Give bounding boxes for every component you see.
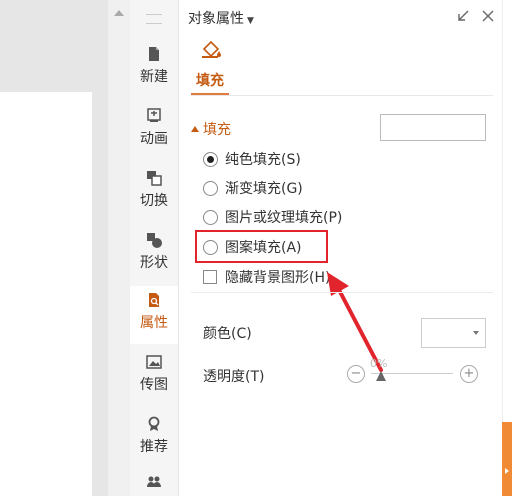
transition-icon — [147, 171, 162, 186]
properties-panel: 对象属性 ▼ 填充 填充 纯色填充(S) 渐变填充(G) 图片或纹理填充(P) 图… — [179, 0, 502, 496]
sidebar-item-label: 新建 — [140, 69, 168, 85]
sidebar-item-properties[interactable]: 属性 — [130, 286, 178, 344]
divider — [191, 95, 493, 96]
panel-title: 对象属性 — [188, 11, 244, 27]
radio-button-selected[interactable] — [203, 152, 218, 167]
sidebar-item-label: 形状 — [140, 255, 168, 271]
sidebar-item-recommend[interactable]: 推荐 — [130, 410, 178, 466]
sidebar-item-transition[interactable]: 切换 — [130, 164, 178, 220]
slide-page[interactable] — [0, 92, 92, 496]
radio-button[interactable] — [203, 181, 218, 196]
new-file-icon — [149, 47, 159, 61]
slider-thumb[interactable] — [376, 371, 386, 381]
scroll-up-icon[interactable] — [114, 10, 124, 16]
sidebar-item-users[interactable] — [130, 468, 178, 496]
sidebar-item-label: 切换 — [140, 193, 168, 209]
users-icon — [147, 476, 161, 487]
vertical-task-toolbar: 新建 动画 切换 形状 属性 传图 推荐 — [130, 0, 179, 496]
properties-icon — [149, 293, 159, 307]
close-icon[interactable] — [481, 9, 495, 23]
vertical-scrollbar[interactable] — [108, 0, 130, 496]
fill-preview-box[interactable] — [380, 114, 486, 141]
sidebar-item-shape[interactable]: 形状 — [130, 226, 178, 282]
sidebar-item-label: 推荐 — [140, 439, 168, 455]
transparency-slider[interactable]: − 0% + — [347, 357, 487, 388]
tab-fill[interactable]: 填充 — [196, 70, 224, 90]
expand-arrow-icon — [505, 468, 509, 474]
color-dropdown[interactable] — [421, 318, 486, 348]
fill-section-header[interactable]: 填充 — [191, 119, 231, 139]
recommend-icon — [148, 416, 160, 431]
paint-bucket-icon[interactable] — [201, 40, 223, 60]
slide-canvas-area — [0, 0, 108, 496]
plus-button[interactable]: + — [460, 365, 478, 383]
radio-label: 渐变填充(G) — [225, 181, 303, 197]
transparency-value: 0% — [370, 357, 388, 370]
chevron-down-icon: ▼ — [247, 16, 254, 26]
collapse-triangle-icon — [191, 126, 199, 132]
grip-handle-icon[interactable] — [146, 14, 162, 24]
expand-panel-tab[interactable] — [502, 422, 512, 496]
upload-image-icon — [146, 355, 162, 369]
shape-icon — [147, 233, 162, 248]
panel-title-dropdown[interactable]: 对象属性 ▼ — [188, 8, 254, 28]
checkbox[interactable] — [203, 270, 217, 284]
radio-label: 纯色填充(S) — [225, 152, 301, 168]
minus-button[interactable]: − — [347, 365, 365, 383]
checkbox-label: 隐藏背景图形(H) — [225, 270, 331, 286]
sidebar-item-label: 传图 — [140, 377, 168, 393]
annotation-highlight-box — [195, 230, 328, 263]
radio-label: 图片或纹理填充(P) — [225, 210, 343, 226]
animation-icon — [147, 108, 161, 122]
color-label: 颜色(C) — [203, 326, 252, 342]
sidebar-item-label: 属性 — [140, 315, 168, 331]
sidebar-item-label: 动画 — [140, 131, 168, 147]
sidebar-item-upload-image[interactable]: 传图 — [130, 348, 178, 404]
radio-button[interactable] — [203, 210, 218, 225]
divider — [191, 292, 493, 293]
sidebar-item-animation[interactable]: 动画 — [130, 102, 178, 158]
fill-section-title: 填充 — [203, 122, 231, 138]
transparency-label: 透明度(T) — [203, 369, 265, 385]
chevron-down-icon — [473, 331, 479, 335]
collapse-arrow-icon[interactable] — [456, 9, 470, 23]
sidebar-item-new[interactable]: 新建 — [130, 40, 178, 96]
